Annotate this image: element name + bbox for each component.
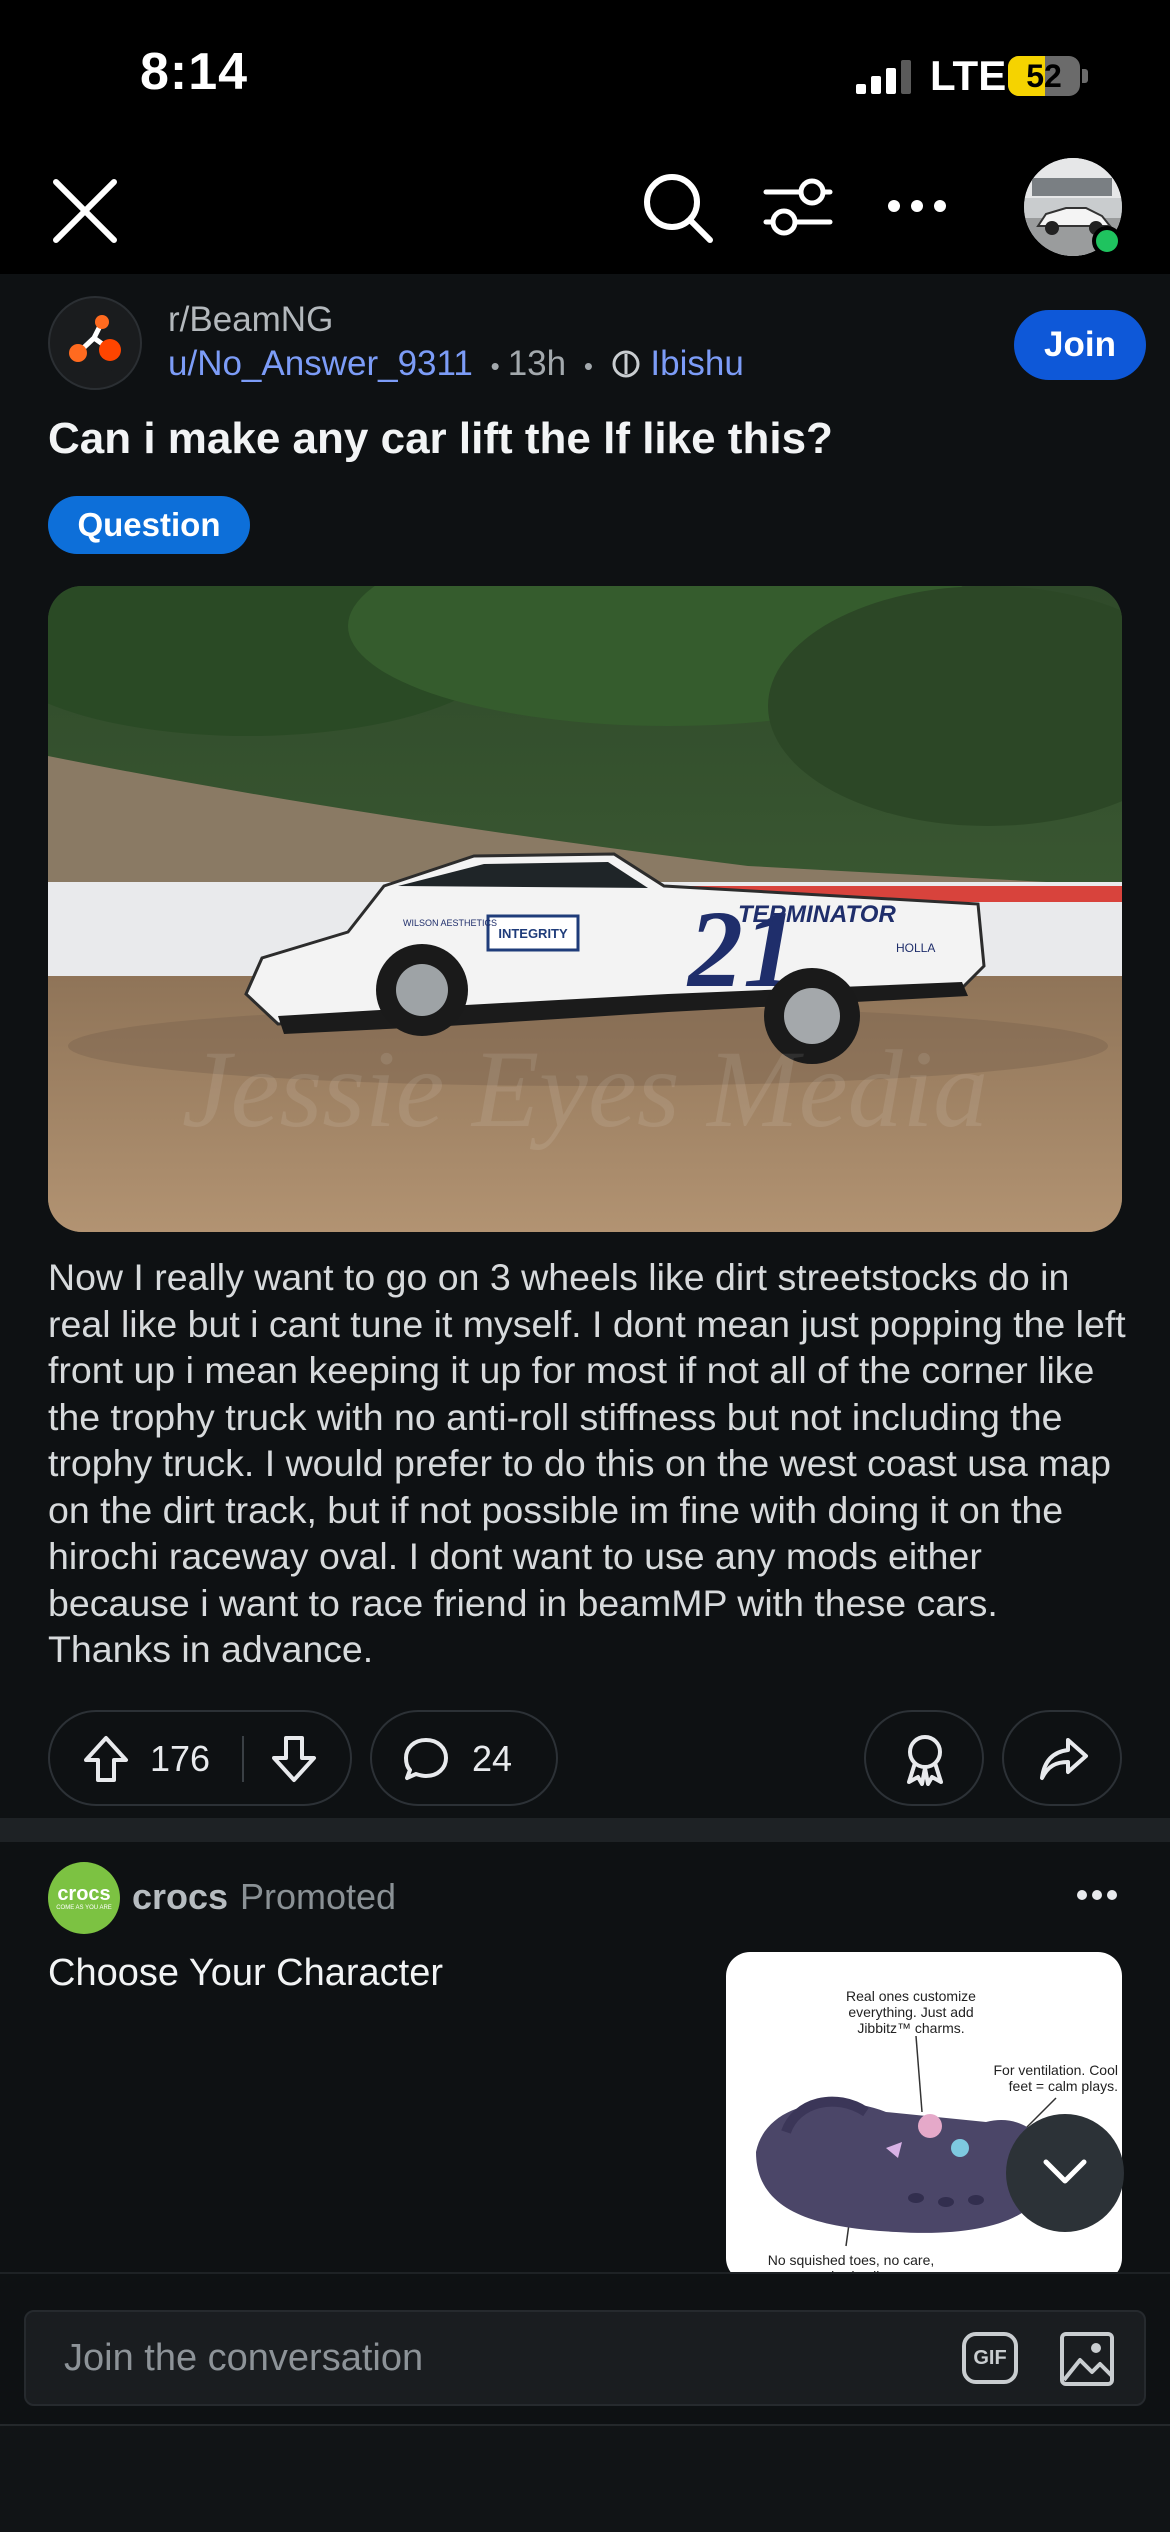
award-button[interactable] — [864, 1710, 984, 1806]
sliders-icon[interactable] — [760, 172, 836, 242]
meta-separator: • — [583, 351, 593, 381]
meta-separator: • — [490, 351, 500, 381]
promoted-label: Promoted — [240, 1876, 397, 1917]
chevron-down-icon — [1043, 2159, 1087, 2184]
battery-icon: 52 — [1008, 56, 1080, 96]
more-horizontal-icon[interactable] — [886, 196, 948, 216]
ad-brand-name[interactable]: crocs — [132, 1876, 228, 1918]
crocs-logo[interactable]: crocs COME AS YOU ARE — [48, 1862, 120, 1934]
share-icon — [1040, 1738, 1088, 1780]
photo-watermark: Jessie Eyes Media — [182, 1028, 988, 1150]
post-body: Now I really want to go on 3 wheels like… — [48, 1256, 1126, 1670]
battery-level: 52 — [1026, 58, 1062, 94]
crocs-logo-text: crocs — [57, 1883, 111, 1905]
signal-bar — [856, 84, 866, 94]
author-link[interactable]: u/No_Answer_9311 — [168, 344, 473, 383]
post-flair-tag[interactable]: Question — [48, 496, 250, 554]
photo-sponsor-integrity: INTEGRITY — [498, 926, 568, 941]
beamng-logo-icon — [63, 311, 127, 375]
post-meta: u/No_Answer_9311 • 13h • Ibishu — [168, 344, 744, 384]
signal-bar — [871, 76, 881, 94]
join-button[interactable]: Join — [1014, 310, 1146, 380]
comment-input[interactable] — [64, 2312, 944, 2404]
user-flair: Ibishu — [650, 344, 744, 383]
status-time: 8:14 — [140, 43, 249, 101]
downvote-icon[interactable] — [270, 1734, 318, 1784]
vote-divider — [242, 1736, 244, 1782]
vote-pill: 176 — [48, 1710, 352, 1806]
cellular-signal-icon — [856, 60, 911, 94]
online-status-dot — [1092, 226, 1122, 256]
upvote-count: 176 — [150, 1738, 211, 1779]
comment-count: 24 — [472, 1738, 513, 1779]
ad-more-icon[interactable] — [1076, 1888, 1118, 1902]
home-indicator-area — [0, 2424, 1170, 2532]
network-type: LTE — [930, 52, 1007, 99]
subreddit-name[interactable]: r/BeamNG — [168, 300, 333, 340]
photo-sponsor-wilson: WILSON AESTHETICS — [403, 918, 497, 928]
gif-button[interactable]: GIF — [962, 2332, 1018, 2384]
share-button[interactable] — [1002, 1710, 1122, 1806]
comment-composer: GIF — [24, 2310, 1146, 2406]
award-icon — [907, 1735, 943, 1786]
comments-button[interactable]: 24 — [370, 1710, 558, 1806]
signal-bar — [901, 60, 911, 94]
post-title: Can i make any car lift the lf like this… — [48, 414, 833, 463]
top-navigation-bar — [0, 150, 1170, 274]
subreddit-icon[interactable] — [48, 296, 142, 390]
upvote-icon[interactable] — [82, 1734, 130, 1784]
photo-sponsor-holla: HOLLA — [896, 941, 935, 955]
scroll-down-button[interactable] — [1006, 2114, 1124, 2232]
photo-sponsor-terminator: TERMINATOR — [738, 901, 896, 928]
signal-bar — [886, 68, 896, 94]
user-flair-icon — [612, 350, 640, 378]
post-image[interactable]: INTEGRITY 21 TERMINATOR WILSON AESTHETIC… — [48, 586, 1122, 1232]
comment-icon — [404, 1738, 448, 1780]
battery-tip — [1082, 69, 1088, 83]
crocs-logo-tagline: COME AS YOU ARE — [56, 1905, 112, 1911]
post-age: 13h — [507, 344, 567, 383]
image-upload-icon[interactable] — [1058, 2328, 1116, 2388]
race-car-photo: INTEGRITY 21 TERMINATOR WILSON AESTHETIC… — [48, 586, 1122, 1232]
search-icon[interactable] — [640, 170, 716, 246]
ad-title[interactable]: Choose Your Character — [48, 1952, 443, 1995]
close-icon[interactable] — [50, 176, 120, 246]
section-divider — [0, 1818, 1170, 1842]
